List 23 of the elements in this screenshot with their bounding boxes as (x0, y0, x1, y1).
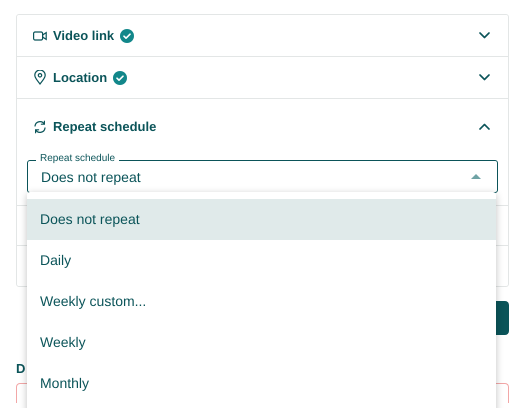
check-badge-icon (113, 70, 128, 84)
section-title: Video link (53, 26, 114, 45)
map-pin-icon (34, 70, 46, 85)
accordion-header[interactable]: Video link (17, 15, 508, 56)
menu-option[interactable]: Daily (27, 240, 496, 281)
accordion-header[interactable]: Location (17, 57, 508, 98)
select-label: Repeat schedule (36, 153, 120, 165)
section-title: Repeat schedule (53, 118, 156, 136)
chevron-down-icon (479, 32, 490, 39)
select-value: Does not repeat (41, 168, 142, 187)
chevron-down-icon (479, 74, 490, 81)
menu-option[interactable]: Weekly (27, 322, 496, 363)
accordion-header[interactable]: Repeat schedule (17, 99, 508, 154)
section-title: Location (53, 68, 108, 87)
check-badge-icon (120, 28, 134, 42)
menu-option[interactable]: Monthly (27, 363, 496, 404)
field-label: D (16, 360, 26, 377)
menu-option[interactable]: Weekly custom... (27, 281, 496, 322)
repeat-icon (32, 120, 46, 134)
triangle-up-icon (471, 174, 481, 179)
chevron-up-icon (479, 123, 490, 130)
menu-option[interactable]: Does not repeat (27, 199, 496, 240)
video-camera-icon (32, 30, 46, 40)
